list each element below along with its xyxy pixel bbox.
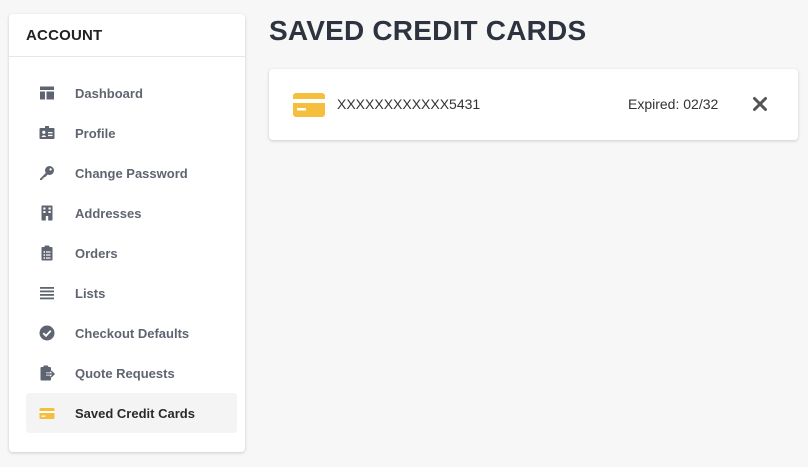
sidebar-title: ACCOUNT	[9, 14, 245, 57]
building-icon	[38, 205, 55, 222]
saved-cards-panel: XXXXXXXXXXXX5431 Expired: 02/32	[269, 69, 798, 140]
saved-card-row: XXXXXXXXXXXX5431 Expired: 02/32	[269, 69, 798, 140]
sidebar-item-orders[interactable]: Orders	[26, 233, 237, 273]
card-number: XXXXXXXXXXXX5431	[337, 96, 481, 112]
sidebar-item-label: Dashboard	[75, 85, 143, 101]
sidebar-item-label: Addresses	[75, 205, 142, 221]
close-icon	[753, 97, 767, 111]
sidebar-item-lists[interactable]: Lists	[26, 273, 237, 313]
remove-card-button[interactable]	[752, 96, 768, 112]
page-title: SAVED CREDIT CARDS	[269, 15, 587, 46]
sidebar-item-label: Change Password	[75, 165, 188, 181]
account-nav: Dashboard Profile Change Password Addres…	[26, 73, 237, 433]
sidebar-item-label: Saved Credit Cards	[75, 405, 195, 421]
credit-card-icon	[293, 93, 325, 117]
sidebar-item-addresses[interactable]: Addresses	[26, 193, 237, 233]
check-circle-icon	[38, 325, 55, 342]
credit-card-icon	[38, 405, 55, 422]
key-icon	[38, 165, 55, 182]
sidebar-item-label: Orders	[75, 245, 118, 261]
list-icon	[38, 285, 55, 302]
sidebar-item-label: Checkout Defaults	[75, 325, 190, 341]
clipboard-arrow-icon	[38, 365, 55, 382]
sidebar-item-label: Lists	[75, 285, 106, 301]
account-sidebar: ACCOUNT Dashboard Profile Change Passwor…	[9, 14, 245, 452]
sidebar-item-checkout-defaults[interactable]: Checkout Defaults	[26, 313, 237, 353]
clipboard-list-icon	[38, 245, 55, 262]
sidebar-item-profile[interactable]: Profile	[26, 113, 237, 153]
sidebar-item-dashboard[interactable]: Dashboard	[26, 73, 237, 113]
card-expiry: Expired: 02/32	[628, 96, 719, 112]
dashboard-icon	[38, 85, 55, 102]
sidebar-item-change-password[interactable]: Change Password	[26, 153, 237, 193]
sidebar-item-label: Quote Requests	[75, 365, 175, 381]
sidebar-item-quote-requests[interactable]: Quote Requests	[26, 353, 237, 393]
sidebar-item-label: Profile	[75, 125, 116, 141]
sidebar-item-saved-credit-cards[interactable]: Saved Credit Cards	[26, 393, 237, 433]
id-card-icon	[38, 125, 55, 142]
